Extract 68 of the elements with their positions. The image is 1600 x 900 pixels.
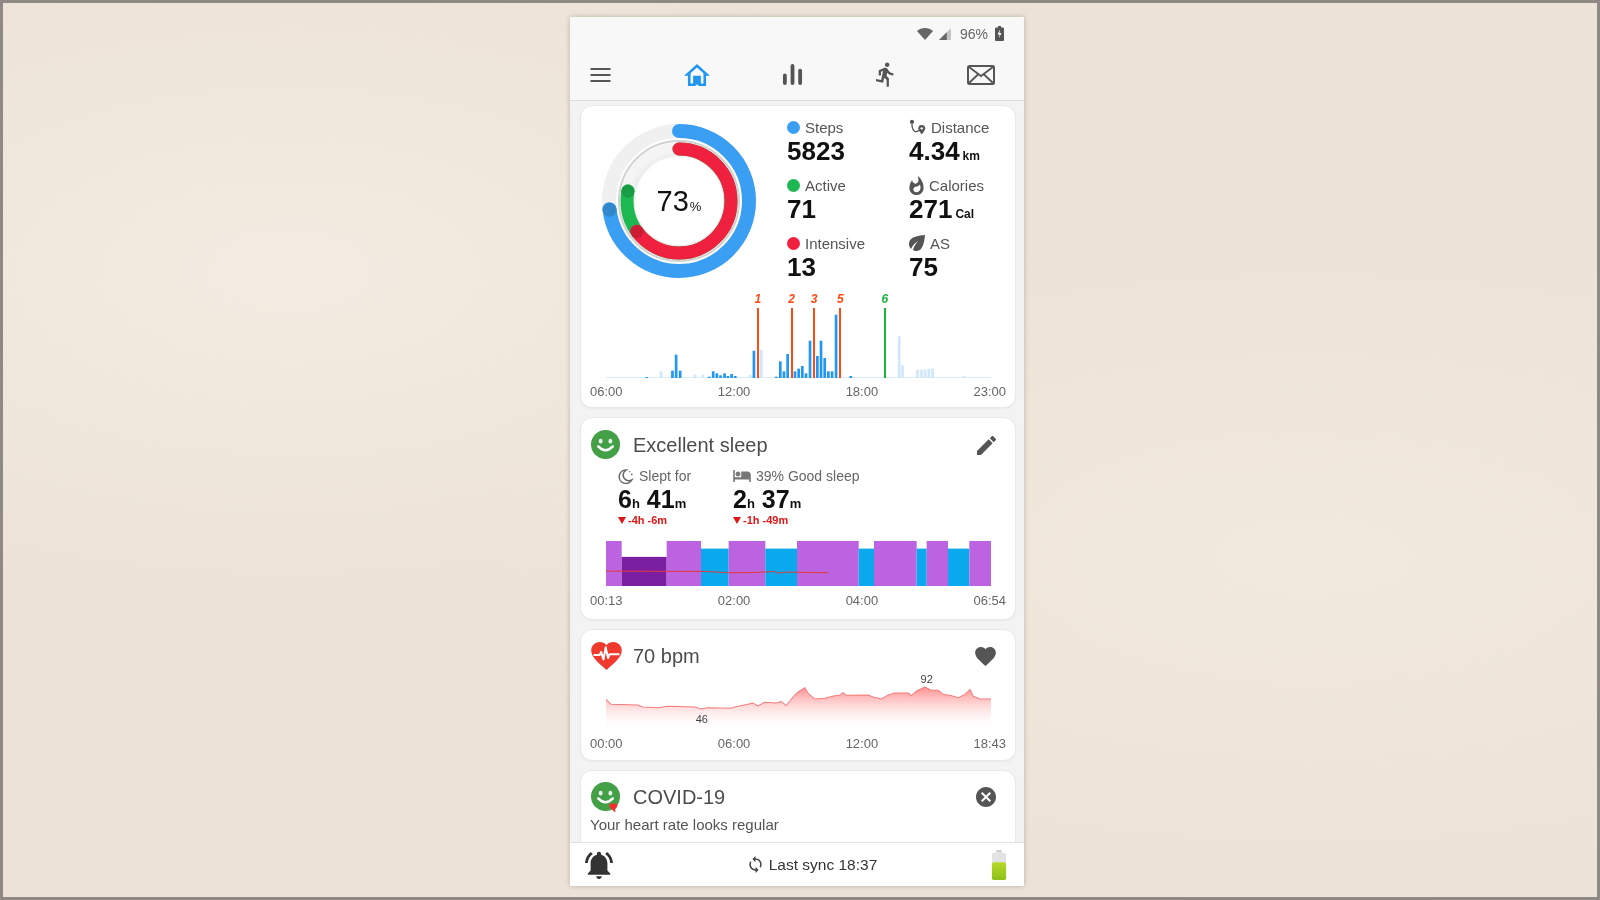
bar-chart-icon [782, 64, 803, 85]
route-pin-icon [909, 118, 926, 136]
axis-label: 04:00 [845, 592, 879, 608]
envelope-icon [967, 64, 995, 85]
card-title: Excellent sleep [633, 433, 769, 457]
peak-label: 92 [920, 673, 933, 685]
card-title: 70 bpm [633, 644, 701, 668]
nav-tab[interactable] [683, 63, 710, 86]
covid-message: Your heart rate looks regular [590, 816, 780, 834]
stat-label: Calories [929, 176, 985, 194]
axis-label: 18:00 [845, 383, 879, 399]
close-icon [976, 787, 996, 807]
battery-icon [991, 849, 1007, 880]
stat-value: 4.34 km [909, 136, 981, 168]
metric-value: 71 [787, 194, 817, 224]
moon-icon [618, 468, 634, 484]
alarm-button[interactable] [585, 850, 613, 879]
sleep-stat-label: 39% Good sleep [756, 468, 860, 484]
signal-icon [938, 27, 951, 40]
close-button[interactable] [976, 787, 996, 807]
axis-label: 18:43 [973, 735, 1006, 751]
running-person-icon [875, 61, 895, 88]
axis-label: 06:00 [590, 383, 623, 399]
nav-tab[interactable] [875, 61, 895, 88]
metric-label: Intensive [805, 234, 866, 252]
metric-value: 13 [787, 252, 817, 282]
menu-button[interactable] [590, 67, 611, 82]
card-title: COVID-19 [633, 785, 727, 809]
sync-button[interactable]: Last sync 18:37 [748, 855, 878, 874]
leaf-icon [909, 235, 925, 251]
favorite-button[interactable] [975, 646, 996, 666]
metric-label: Active [805, 176, 846, 194]
axis-label: 00:00 [590, 735, 623, 751]
smiley-icon [591, 429, 622, 461]
sleep-stat-value: 6h 41m [618, 485, 688, 515]
axis-label: 06:00 [717, 735, 751, 751]
axis-label: 12:00 [845, 735, 879, 751]
axis-label: 06:54 [973, 592, 1006, 608]
edit-button[interactable] [977, 435, 996, 455]
peak-label: 46 [695, 713, 708, 725]
flame-icon [909, 175, 924, 195]
nav-tab[interactable] [782, 64, 803, 85]
sleep-change: -1h -49m [743, 514, 789, 526]
pencil-icon [977, 435, 996, 455]
menu-icon [590, 67, 611, 82]
sleep-stat-value: 2h 37m [733, 485, 803, 515]
nav-tab[interactable] [967, 64, 995, 85]
heart-icon [975, 646, 996, 666]
stat-value: 75 [909, 252, 939, 282]
sleep-stat-label: Slept for [639, 468, 692, 484]
metric-value: 5823 [787, 136, 846, 166]
sleep-change: -4h -6m [628, 514, 668, 526]
heart-pulse-icon [591, 642, 622, 670]
sync-icon [748, 856, 762, 873]
bed-icon [733, 470, 751, 482]
stat-value: 271 Cal [909, 194, 976, 226]
stat-label: Distance [931, 118, 990, 136]
wifi-icon [916, 27, 933, 40]
axis-label: 23:00 [973, 383, 1006, 399]
battery-icon [995, 26, 1004, 41]
axis-label: 00:13 [590, 592, 623, 608]
stat-label: AS [930, 234, 950, 252]
metric-label: Steps [805, 118, 844, 136]
battery-percentage: 96% [959, 25, 988, 42]
ringing-bell-icon [585, 850, 613, 879]
axis-label: 02:00 [717, 592, 751, 608]
home-icon [683, 63, 710, 86]
axis-label: 12:00 [717, 383, 751, 399]
